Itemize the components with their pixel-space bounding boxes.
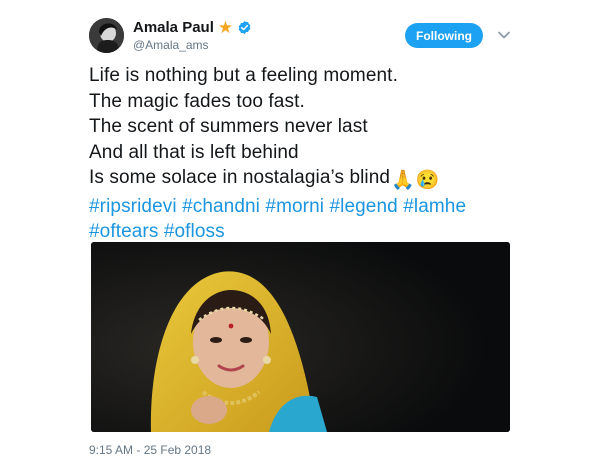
hashtag-line: #ripsridevi #chandni #morni #legend #lam… <box>89 194 519 220</box>
author-name-row: Amala Paul ★ <box>133 17 252 37</box>
hashtag-link[interactable]: #morni <box>265 196 324 217</box>
tweet-text: Life is nothing but a feeling moment. Th… <box>89 63 519 245</box>
username-handle[interactable]: @Amala_ams <box>133 38 209 52</box>
hashtag-link[interactable]: #oftears <box>89 221 158 242</box>
hashtag-link[interactable]: #lamhe <box>403 196 466 217</box>
star-icon: ★ <box>217 17 234 37</box>
tweet-line: And all that is left behind <box>89 141 299 163</box>
hashtag-line: #oftears #ofloss <box>89 219 519 245</box>
hashtag-link[interactable]: #legend <box>329 196 397 217</box>
tweet-line: Life is nothing but a feeling moment. <box>89 65 398 86</box>
avatar[interactable] <box>89 18 124 53</box>
tweet-card: Amala Paul ★ @Amala_ams Following Life i… <box>0 0 600 457</box>
following-button[interactable]: Following <box>405 23 483 48</box>
display-name[interactable]: Amala Paul <box>133 19 214 36</box>
tweet-line: The magic fades too fast. <box>89 90 305 112</box>
verified-badge-icon <box>238 20 251 34</box>
tweet-timestamp[interactable]: 9:15 AM - 25 Feb 2018 <box>89 443 211 457</box>
tweet-line-with-emoji: Is some solace in nostalagia’s blind🙏😢 <box>89 165 519 194</box>
tweet-line: The scent of summers never last <box>89 116 368 137</box>
tweet-line: Is some solace in nostalagia’s blind <box>89 167 391 188</box>
chevron-down-icon[interactable] <box>496 28 512 42</box>
tweet-photo[interactable] <box>91 242 510 432</box>
hashtag-link[interactable]: #chandni <box>182 196 260 217</box>
hashtag-link[interactable]: #ofloss <box>164 221 225 242</box>
folded-hands-emoji: 🙏 <box>391 170 415 191</box>
hashtag-link[interactable]: #ripsridevi <box>89 196 177 217</box>
crying-face-emoji: 😢 <box>415 170 440 191</box>
